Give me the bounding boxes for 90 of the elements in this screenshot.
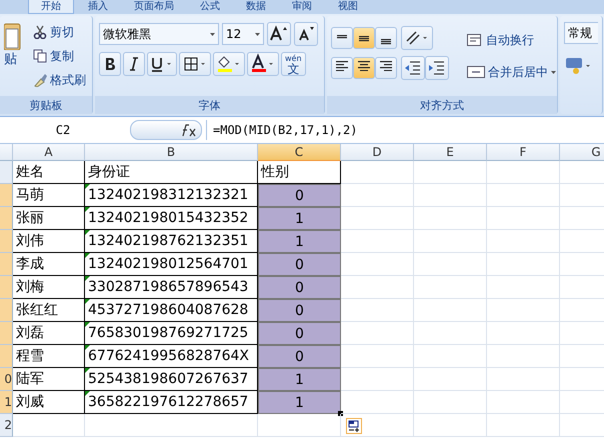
align-center-icon [358, 60, 370, 72]
table-cell: 刘威 [13, 391, 85, 414]
caret-icon [255, 32, 260, 36]
table-cell: 1 [258, 230, 341, 253]
borders-icon[interactable] [179, 52, 211, 76]
grow-font-icon[interactable] [267, 22, 291, 46]
ribbon-tab[interactable]: 插入 [76, 0, 120, 14]
ribbon-tab[interactable]: 数据 [234, 0, 278, 14]
table-cell: 刘梅 [13, 276, 85, 299]
caret-icon [551, 70, 556, 74]
table-cell: 0 [258, 299, 341, 322]
middle-align-icon [359, 36, 369, 42]
paste-options-icon[interactable] [346, 418, 362, 434]
shrink-font-icon[interactable] [294, 22, 318, 46]
merge-center-button[interactable]: 合并后居中 [465, 62, 558, 82]
font-color-icon[interactable] [247, 52, 279, 76]
cut-button[interactable]: 剪切 [31, 22, 88, 42]
increase-indent-icon[interactable] [425, 56, 449, 80]
ribbon-tab[interactable]: 公式 [188, 0, 232, 14]
align-right-button[interactable] [375, 57, 397, 79]
format-painter-button[interactable]: 格式刷 [31, 70, 88, 90]
align-center-button[interactable] [353, 57, 375, 79]
row-header[interactable]: 2 [0, 414, 13, 437]
column-header[interactable]: A [13, 144, 85, 161]
column-header[interactable]: E [414, 144, 487, 161]
bottom-align-button[interactable] [375, 27, 397, 49]
group-label: 对齐方式 [327, 96, 557, 114]
table-cell: 1 [258, 391, 341, 414]
underline-icon[interactable] [147, 52, 177, 76]
italic-icon[interactable] [123, 52, 145, 76]
table-cell: 刘磊 [13, 322, 85, 345]
table-cell: 李成 [13, 253, 85, 276]
column-header[interactable]: C [258, 144, 341, 161]
table-cell: 1 [258, 207, 341, 230]
ribbon-tab[interactable]: 页面布局 [122, 0, 186, 14]
top-align-icon [337, 35, 347, 39]
group-label: 剪贴板 [0, 96, 92, 114]
table-cell: 身份证 [85, 161, 258, 184]
bold-icon[interactable] [99, 52, 121, 76]
row-header[interactable]: 1 [0, 391, 13, 414]
scissors-icon [33, 25, 47, 39]
orientation-icon[interactable] [401, 26, 433, 50]
formula-field[interactable]: =MOD(MID(B2,17,1),2) [206, 120, 604, 140]
middle-align-button[interactable] [353, 27, 375, 49]
wrap-text-button[interactable]: 自动换行 [465, 30, 558, 50]
align-right-icon [380, 60, 392, 72]
merge-cells-icon [467, 65, 485, 79]
caret-icon [210, 32, 215, 36]
row-header[interactable]: 0 [0, 368, 13, 391]
ribbon-tab[interactable]: 审阅 [280, 0, 324, 14]
column-header[interactable]: B [85, 144, 258, 161]
phonetic-button[interactable]: wén 文 [281, 52, 306, 76]
align-left-button[interactable] [331, 57, 353, 79]
table-cell: 0 [258, 345, 341, 368]
column-header[interactable]: G [560, 144, 604, 161]
table-cell: 0 [258, 184, 341, 207]
table-cell: 1 [258, 368, 341, 391]
table-cell: 程雪 [13, 345, 85, 368]
copy-icon [33, 49, 47, 63]
wrap-text-icon [467, 33, 483, 47]
table-cell [13, 414, 85, 437]
table-cell: 0 [258, 276, 341, 299]
table-cell: 0 [258, 322, 341, 345]
fx-icon[interactable] [130, 120, 202, 140]
column-header[interactable]: D [341, 144, 414, 161]
fill-handle[interactable] [338, 411, 343, 416]
column-header[interactable]: F [487, 144, 560, 161]
font-name-dropdown[interactable]: 微软雅黑 [99, 23, 219, 45]
table-cell: 刘伟 [13, 230, 85, 253]
copy-button[interactable]: 复制 [31, 46, 88, 66]
font-size-dropdown[interactable]: 12 [222, 23, 264, 45]
table-cell: 365822197612278657 [85, 391, 258, 414]
align-left-icon [336, 60, 348, 72]
paste-button[interactable]: 贴 [4, 20, 23, 92]
fill-color-icon[interactable] [213, 52, 245, 76]
name-box[interactable]: C2 [0, 123, 126, 137]
table-cell: 张红红 [13, 299, 85, 322]
table-cell: 张丽 [13, 207, 85, 230]
decrease-indent-icon[interactable] [401, 56, 425, 80]
group-label: 字体 [95, 96, 324, 114]
ribbon-tab[interactable]: 视图 [326, 0, 370, 14]
ribbon-tab[interactable]: 开始 [28, 0, 74, 14]
table-cell: 姓名 [13, 161, 85, 184]
top-align-button[interactable] [331, 27, 353, 49]
number-format-dropdown[interactable]: 常规 [564, 22, 598, 44]
brush-icon [33, 73, 47, 87]
table-cell: 马萌 [13, 184, 85, 207]
bottom-align-icon [381, 39, 391, 45]
table-cell: 0 [258, 253, 341, 276]
table-cell: 陆军 [13, 368, 85, 391]
